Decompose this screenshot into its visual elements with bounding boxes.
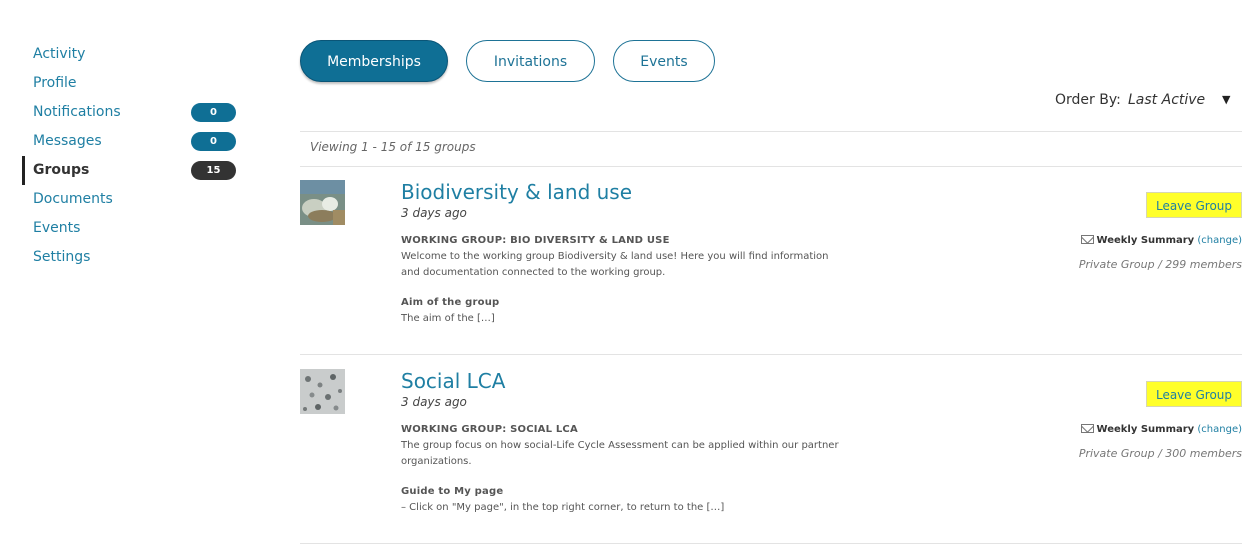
tab-events[interactable]: Events	[613, 40, 715, 82]
group-title-link[interactable]: Social LCA	[401, 369, 505, 393]
sidebar-item-groups[interactable]: Groups 15	[22, 156, 242, 185]
group-item: Social LCA 3 days ago WORKING GROUP: SOC…	[300, 369, 1242, 529]
notifications-count-badge: 0	[191, 103, 236, 122]
tab-invitations[interactable]: Invitations	[466, 40, 595, 82]
sidebar-item-profile[interactable]: Profile	[22, 69, 242, 98]
sidebar-item-label: Profile	[33, 75, 77, 91]
group-description-text: Welcome to the working group Biodiversit…	[401, 251, 829, 278]
sidebar-item-notifications[interactable]: Notifications 0	[22, 98, 242, 127]
sidebar-item-label: Events	[33, 220, 81, 236]
group-title-link[interactable]: Biodiversity & land use	[401, 180, 632, 204]
group-avatar[interactable]	[300, 180, 345, 225]
sidebar-nav: Activity Profile Notifications 0 Messages…	[22, 40, 242, 272]
tab-memberships[interactable]: Memberships	[300, 40, 448, 82]
subscription-label: Weekly Summary	[1096, 235, 1195, 246]
sidebar-item-label: Documents	[33, 191, 113, 207]
sidebar-item-documents[interactable]: Documents	[22, 185, 242, 214]
group-description-subheading: Aim of the group	[401, 297, 500, 308]
group-description-excerpt: – Click on "My page", in the top right c…	[401, 502, 725, 513]
order-by-label: Order By:	[1055, 92, 1121, 108]
change-subscription-link[interactable]: (change)	[1197, 424, 1242, 435]
email-subscription: Weekly Summary (change)	[1080, 234, 1242, 246]
group-status: Private Group / 300 members	[1078, 447, 1242, 460]
group-status: Private Group / 299 members	[1078, 258, 1242, 271]
subscription-label: Weekly Summary	[1096, 424, 1195, 435]
divider	[300, 166, 1242, 167]
sidebar-item-activity[interactable]: Activity	[22, 40, 242, 69]
sidebar-item-label: Settings	[33, 249, 91, 265]
sidebar-item-events[interactable]: Events	[22, 214, 242, 243]
sidebar-item-label: Groups	[33, 162, 90, 178]
mail-icon	[1080, 424, 1094, 433]
divider	[300, 131, 1242, 132]
group-description-heading: WORKING GROUP: SOCIAL LCA	[401, 424, 578, 435]
group-description-excerpt: The aim of the […]	[401, 313, 495, 324]
leave-group-button[interactable]: Leave Group	[1146, 381, 1242, 407]
sidebar-item-label: Notifications	[33, 104, 121, 120]
leave-group-button[interactable]: Leave Group	[1146, 192, 1242, 218]
group-last-active: 3 days ago	[401, 206, 467, 220]
sidebar-item-label: Activity	[33, 46, 86, 62]
group-item: Biodiversity & land use 3 days ago WORKI…	[300, 180, 1242, 340]
pagination-count: Viewing 1 - 15 of 15 groups	[310, 140, 476, 154]
group-description: WORKING GROUP: BIO DIVERSITY & LAND USE …	[401, 233, 841, 327]
messages-count-badge: 0	[191, 132, 236, 151]
email-subscription: Weekly Summary (change)	[1080, 423, 1242, 435]
group-avatar[interactable]	[300, 369, 345, 414]
order-by-select[interactable]: Last Active	[1128, 92, 1205, 108]
chevron-down-icon[interactable]: ▼	[1222, 93, 1230, 106]
groups-count-badge: 15	[191, 161, 236, 180]
sidebar-item-settings[interactable]: Settings	[22, 243, 242, 272]
divider	[300, 543, 1242, 544]
group-description-text: The group focus on how social-Life Cycle…	[401, 440, 839, 467]
sidebar-item-messages[interactable]: Messages 0	[22, 127, 242, 156]
change-subscription-link[interactable]: (change)	[1197, 235, 1242, 246]
group-description: WORKING GROUP: SOCIAL LCA The group focu…	[401, 422, 841, 516]
group-description-heading: WORKING GROUP: BIO DIVERSITY & LAND USE	[401, 235, 670, 246]
sidebar-item-label: Messages	[33, 133, 102, 149]
divider	[300, 354, 1242, 355]
group-description-subheading: Guide to My page	[401, 486, 504, 497]
mail-icon	[1080, 235, 1094, 244]
group-last-active: 3 days ago	[401, 395, 467, 409]
